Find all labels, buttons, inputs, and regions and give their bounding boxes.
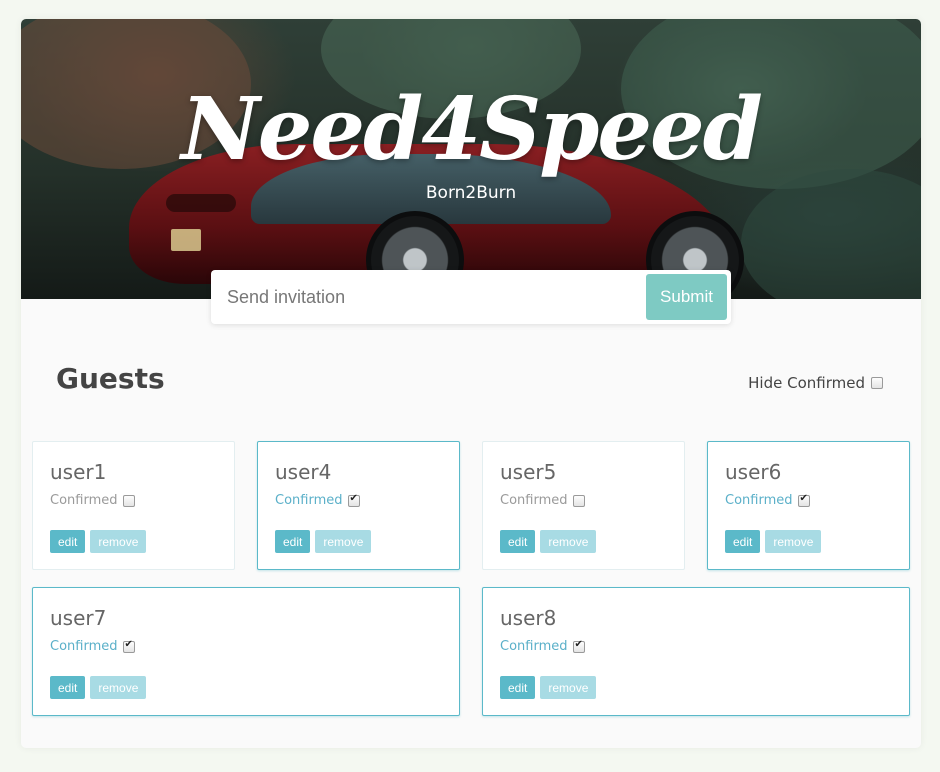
- confirmed-label: Confirmed: [50, 639, 118, 654]
- guests-heading: Guests: [56, 362, 165, 395]
- guest-name: user5: [500, 460, 557, 484]
- guest-actions: edit remove: [50, 530, 147, 553]
- app-title: Need4Speed: [181, 79, 763, 180]
- main-card: Need4Speed Born2Burn Submit Guests Hide …: [21, 19, 921, 748]
- guest-card: user7 Confirmed edit remove: [32, 587, 460, 716]
- edit-button[interactable]: edit: [725, 530, 761, 553]
- remove-button[interactable]: remove: [90, 676, 147, 699]
- guest-actions: edit remove: [500, 530, 597, 553]
- guest-status: Confirmed: [500, 639, 585, 654]
- hero-banner: Need4Speed Born2Burn: [21, 19, 921, 299]
- guest-name: user7: [50, 606, 107, 630]
- edit-button[interactable]: edit: [50, 530, 86, 553]
- guest-status: Confirmed: [50, 639, 135, 654]
- guest-actions: edit remove: [50, 676, 147, 699]
- guest-card: user4 Confirmed edit remove: [257, 441, 460, 570]
- car-plate: [171, 229, 201, 251]
- hide-confirmed-checkbox[interactable]: [871, 377, 883, 389]
- confirmed-checkbox[interactable]: [572, 494, 585, 507]
- confirmed-checkbox[interactable]: [797, 493, 810, 507]
- confirmed-checkbox[interactable]: [572, 639, 585, 653]
- confirmed-label: Confirmed: [500, 639, 568, 654]
- confirmed-checkbox[interactable]: [122, 639, 135, 653]
- edit-button[interactable]: edit: [500, 530, 536, 553]
- edit-button[interactable]: edit: [500, 676, 536, 699]
- guest-card: user5 Confirmed edit remove: [482, 441, 685, 570]
- guest-name: user6: [725, 460, 782, 484]
- guest-name: user4: [275, 460, 332, 484]
- guest-card: user6 Confirmed edit remove: [707, 441, 910, 570]
- confirmed-label: Confirmed: [725, 493, 793, 508]
- guest-actions: edit remove: [500, 676, 597, 699]
- hide-confirmed-toggle[interactable]: Hide Confirmed: [748, 374, 883, 392]
- invite-input[interactable]: [211, 270, 641, 324]
- guest-status: Confirmed: [725, 493, 810, 508]
- guest-card: user8 Confirmed edit remove: [482, 587, 910, 716]
- guest-actions: edit remove: [725, 530, 822, 553]
- confirmed-label: Confirmed: [500, 493, 568, 508]
- guest-status: Confirmed: [500, 493, 585, 508]
- remove-button[interactable]: remove: [540, 530, 597, 553]
- hide-confirmed-label: Hide Confirmed: [748, 374, 865, 392]
- confirmed-label: Confirmed: [50, 493, 118, 508]
- submit-button[interactable]: Submit: [646, 274, 727, 320]
- confirmed-label: Confirmed: [275, 493, 343, 508]
- remove-button[interactable]: remove: [315, 530, 372, 553]
- confirmed-checkbox[interactable]: [122, 494, 135, 507]
- guest-name: user1: [50, 460, 107, 484]
- guest-card: user1 Confirmed edit remove: [32, 441, 235, 570]
- guest-status: Confirmed: [50, 493, 135, 508]
- app-subtitle: Born2Burn: [425, 183, 517, 203]
- guest-actions: edit remove: [275, 530, 372, 553]
- remove-button[interactable]: remove: [540, 676, 597, 699]
- edit-button[interactable]: edit: [50, 676, 86, 699]
- guest-name: user8: [500, 606, 557, 630]
- edit-button[interactable]: edit: [275, 530, 311, 553]
- confirmed-checkbox[interactable]: [347, 493, 360, 507]
- guest-status: Confirmed: [275, 493, 360, 508]
- invite-form: Submit: [211, 270, 731, 324]
- remove-button[interactable]: remove: [90, 530, 147, 553]
- remove-button[interactable]: remove: [765, 530, 822, 553]
